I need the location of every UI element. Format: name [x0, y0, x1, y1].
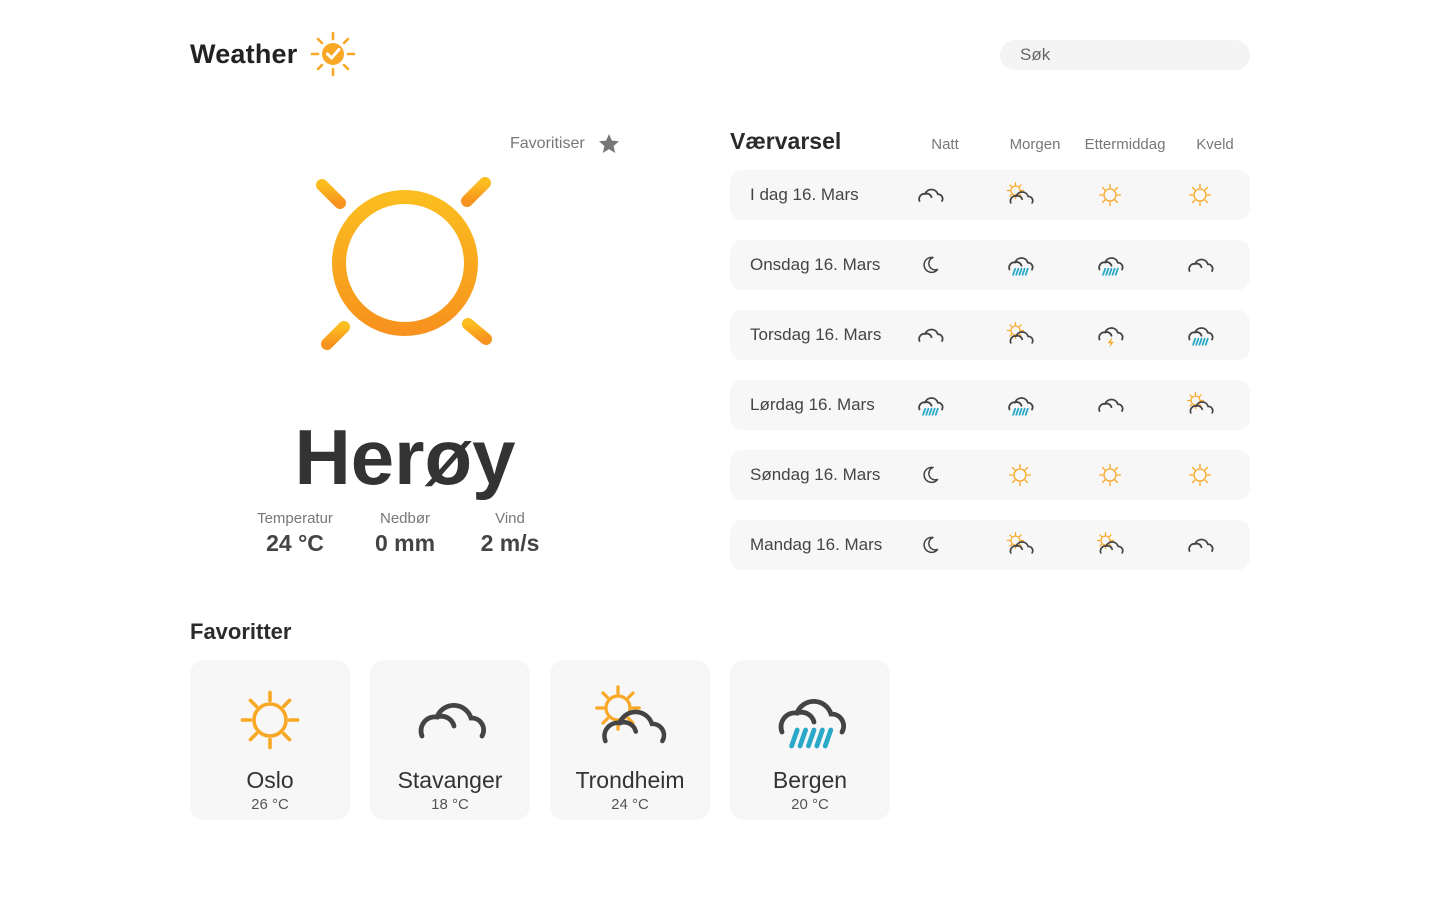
favorite-temp: 18 °C: [431, 796, 469, 813]
cloud-icon: [1188, 258, 1214, 272]
sun-check-icon: [311, 31, 356, 77]
rain-icon: [1008, 397, 1034, 416]
stat-wind: Vind 2 m/s: [460, 510, 560, 557]
favorite-city: Stavanger: [397, 767, 503, 793]
favorite-card[interactable]: Stavanger 18 °C: [370, 660, 530, 820]
current-stats: Temperatur 24 °C Nedbør 0 mm Vind 2 m/s: [240, 510, 560, 557]
stat-precipitation: Nedbør 0 mm: [350, 510, 460, 557]
column-header: Morgen: [1009, 136, 1061, 153]
stat-value: 24 °C: [266, 530, 324, 556]
stat-label: Vind: [495, 510, 525, 527]
sun-cloud-icon: [1186, 391, 1214, 414]
favorites-list: Oslo 26 °C Stavanger 18 °C Trondheim 24 °C …: [190, 660, 890, 820]
rain-icon: [918, 397, 944, 416]
forecast-header: Værvarsel Natt Morgen Ettermiddag Kveld: [730, 128, 1250, 170]
sun-icon: [1188, 183, 1212, 207]
forecast-day: Torsdag 16. Mars: [750, 325, 882, 344]
favorite-temp: 20 °C: [791, 796, 829, 813]
stat-label: Temperatur: [257, 510, 333, 527]
forecast-table: Værvarsel Natt Morgen Ettermiddag Kveld …: [730, 128, 1250, 590]
rain-icon: [1098, 257, 1124, 276]
sun-cloud-icon: [1096, 531, 1124, 554]
cloud-icon: [918, 188, 944, 202]
app-title: Weather: [190, 38, 298, 69]
stat-label: Nedbør: [379, 510, 431, 527]
column-header: Natt: [931, 136, 959, 153]
sun-cloud-icon: [1006, 531, 1034, 554]
rain-icon: [1008, 257, 1034, 276]
forecast-row[interactable]: Torsdag 16. Mars: [730, 310, 1250, 360]
rain-icon: [1188, 327, 1214, 346]
brand[interactable]: Weather: [190, 30, 357, 78]
forecast-row[interactable]: Søndag 16. Mars: [730, 450, 1250, 500]
forecast-row[interactable]: I dag 16. Mars: [730, 170, 1250, 220]
favorite-card[interactable]: Bergen 20 °C: [730, 660, 890, 820]
favorite-card[interactable]: Trondheim 24 °C: [550, 660, 710, 820]
favorite-city: Oslo: [246, 767, 294, 793]
favorite-city: Bergen: [772, 767, 848, 793]
cloud-icon: [1098, 398, 1124, 412]
column-header: Kveld: [1196, 136, 1234, 153]
forecast-row[interactable]: Lørdag 16. Mars: [730, 380, 1250, 430]
rain-icon: [778, 699, 846, 749]
cloud-icon: [418, 703, 486, 739]
forecast-row[interactable]: Onsdag 16. Mars: [730, 240, 1250, 290]
search-input[interactable]: [1020, 45, 1241, 65]
moon-icon: [923, 536, 939, 554]
current-city: Herøy: [294, 413, 516, 501]
stat-value: 2 m/s: [480, 530, 540, 556]
favorite-card[interactable]: Oslo 26 °C: [190, 660, 350, 820]
sun-cloud-icon: [1006, 181, 1034, 204]
favorite-city: Trondheim: [575, 767, 685, 793]
forecast-day: Mandag 16. Mars: [750, 535, 883, 554]
forecast-title: Værvarsel: [730, 128, 842, 154]
stat-value: 0 mm: [374, 530, 436, 556]
forecast-rows: I dag 16. Mars Onsdag 16. Mars Torsdag 1…: [730, 170, 1250, 570]
favorite-temp: 24 °C: [611, 796, 649, 813]
forecast-day: Lørdag 16. Mars: [750, 395, 875, 414]
sun-icon: [1098, 463, 1122, 487]
moon-icon: [923, 466, 939, 484]
sun-icon: [240, 690, 300, 750]
forecast-day: Søndag 16. Mars: [750, 465, 881, 484]
sun-icon: [1008, 463, 1032, 487]
sun-icon: [1098, 183, 1122, 207]
search-bar[interactable]: [1000, 40, 1250, 70]
sun-icon: [1188, 463, 1212, 487]
forecast-day: I dag 16. Mars: [750, 185, 859, 204]
moon-icon: [923, 256, 939, 274]
thunder-icon: [1098, 327, 1124, 348]
favorites-title: Favoritter: [190, 619, 292, 644]
sun-cloud-icon: [595, 685, 667, 744]
forecast-day: Onsdag 16. Mars: [750, 255, 881, 274]
cloud-icon: [1188, 538, 1214, 552]
weather-app: Weather Favoritiser: [0, 0, 1440, 900]
column-header: Ettermiddag: [1084, 136, 1166, 153]
cloud-icon: [918, 328, 944, 342]
stat-temperature: Temperatur 24 °C: [240, 510, 350, 557]
sun-cloud-icon: [1006, 321, 1034, 344]
favorite-temp: 26 °C: [251, 796, 289, 813]
sun-icon: [274, 132, 536, 392]
star-icon[interactable]: [597, 132, 621, 156]
forecast-row[interactable]: Mandag 16. Mars: [730, 520, 1250, 570]
